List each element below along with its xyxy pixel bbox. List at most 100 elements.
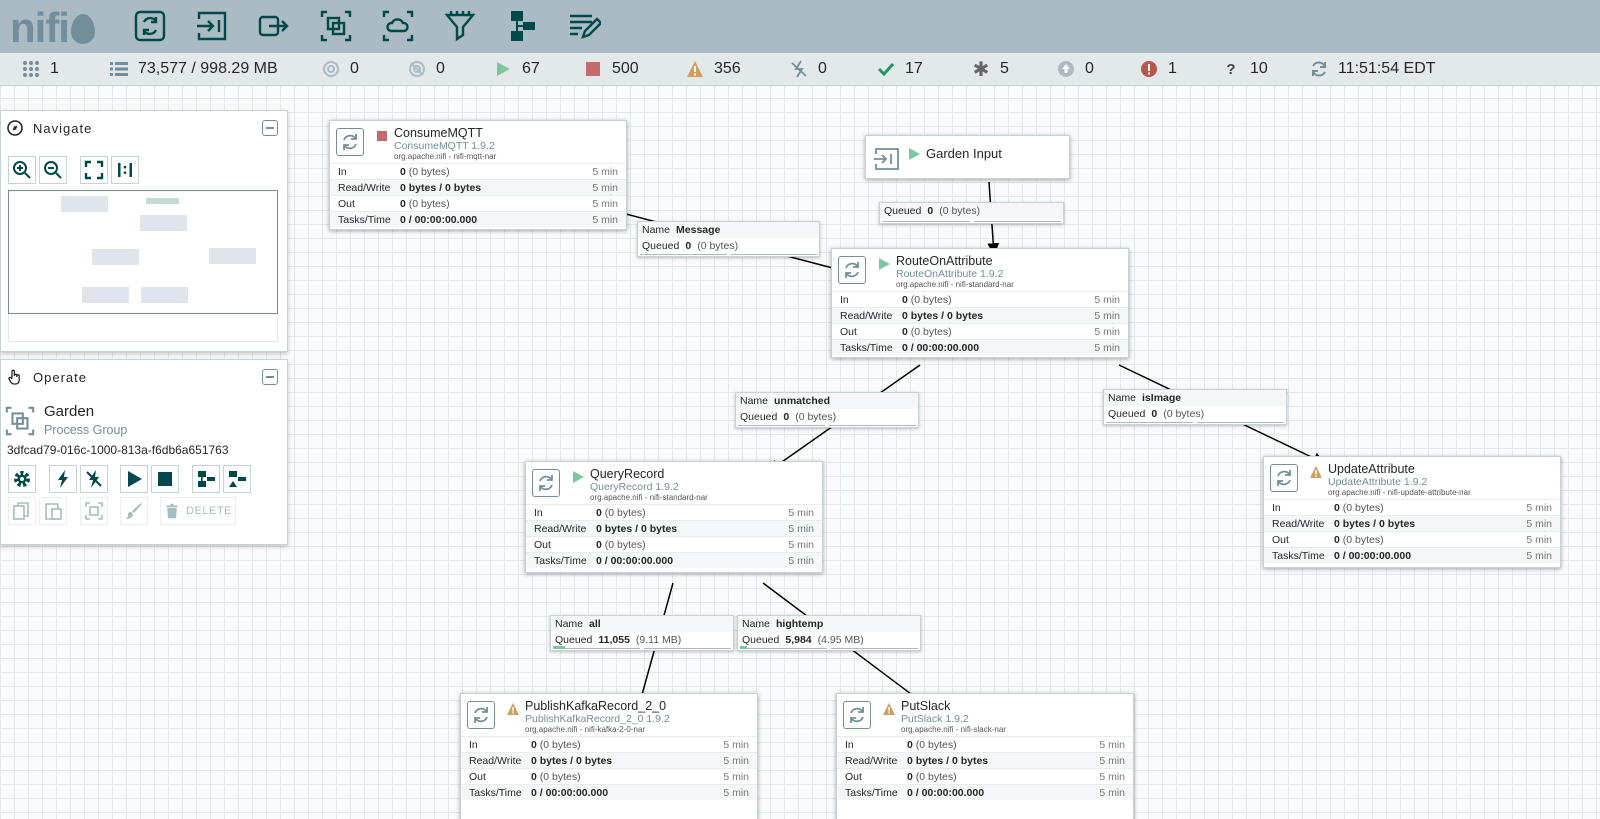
nifi-drop-icon bbox=[70, 14, 95, 44]
backpressure-bars bbox=[553, 646, 731, 649]
zoom-in-button[interactable] bbox=[8, 156, 36, 184]
minimap-block bbox=[141, 287, 188, 303]
stat-row-out: Out 0 (0 bytes) 5 min bbox=[837, 768, 1133, 784]
locally-modified-status: ✱ 5 bbox=[972, 58, 1009, 81]
stat-row-read-write: Read/Write 0 bytes / 0 bytes 5 min bbox=[832, 307, 1128, 323]
status-bar: 1 73,577 / 998.29 MB 0 0 67 500 356 0 17… bbox=[0, 53, 1600, 86]
input-port-icon[interactable] bbox=[192, 6, 232, 46]
upload-template-icon bbox=[229, 471, 246, 487]
processor-consumemqtt[interactable]: ConsumeMQTT ConsumeMQTT 1.9.2 org.apache… bbox=[329, 120, 627, 230]
connection-hightemp[interactable]: Name hightemp Queued 5,984 (4.95 MB) bbox=[737, 615, 921, 651]
enable-button[interactable] bbox=[49, 465, 77, 493]
hand-pointer-icon bbox=[8, 369, 20, 385]
stat-row-in: In 0 (0 bytes) 5 min bbox=[837, 736, 1133, 752]
not-transmitting-status: 0 bbox=[408, 60, 445, 78]
upload-template-button[interactable] bbox=[223, 465, 251, 493]
zoom-fit-button[interactable] bbox=[80, 156, 108, 184]
transmitting-status: 0 bbox=[322, 60, 359, 78]
size-backpressure-bar bbox=[831, 646, 918, 649]
funnel-icon[interactable] bbox=[440, 6, 480, 46]
stat-row-read-write: Read/Write 0 bytes / 0 bytes 5 min bbox=[837, 752, 1133, 768]
stat-row-tasks: Tasks/Time 0 / 00:00:00.000 5 min bbox=[330, 211, 626, 227]
processor-queryrecord[interactable]: QueryRecord QueryRecord 1.9.2 org.apache… bbox=[525, 461, 823, 573]
connection-name-row: Name hightemp bbox=[738, 616, 920, 632]
stat-row-read-write: Read/Write 0 bytes / 0 bytes 5 min bbox=[461, 752, 757, 768]
paste-button[interactable] bbox=[39, 497, 67, 525]
cluster-status: 1 bbox=[22, 60, 59, 78]
process-group-icon bbox=[4, 405, 36, 437]
processor-routeonattribute[interactable]: RouteOnAttribute RouteOnAttribute 1.9.2 … bbox=[831, 248, 1129, 358]
minimap-block bbox=[140, 215, 187, 231]
color-button[interactable] bbox=[120, 497, 148, 525]
zoom-out-button[interactable] bbox=[39, 156, 67, 184]
template-icon[interactable] bbox=[502, 6, 542, 46]
delete-button[interactable]: DELETE bbox=[160, 497, 236, 525]
copy-icon bbox=[13, 502, 29, 520]
stop-button[interactable] bbox=[151, 465, 179, 493]
processor-icon bbox=[838, 256, 866, 284]
size-backpressure-bar bbox=[644, 646, 731, 649]
connection-all[interactable]: Name all Queued 11,055 (9.11 MB) bbox=[550, 615, 734, 651]
process-group-icon[interactable] bbox=[316, 6, 356, 46]
stat-row-read-write: Read/Write 0 bytes / 0 bytes 5 min bbox=[330, 179, 626, 195]
processor-publishkafkarecord-2-0[interactable]: PublishKafkaRecord_2_0 PublishKafkaRecor… bbox=[460, 693, 758, 819]
size-backpressure-bar bbox=[730, 252, 817, 255]
remote-process-group-icon[interactable] bbox=[378, 6, 418, 46]
processor-bundle: org.apache.nifi - nifi-mqtt-nar bbox=[394, 152, 497, 161]
connection-unnamed[interactable]: Queued 0 (0 bytes) bbox=[879, 202, 1064, 224]
play-icon bbox=[494, 60, 512, 78]
birdseye-view[interactable] bbox=[8, 190, 278, 314]
fit-screen-icon bbox=[84, 160, 104, 180]
processor-name: ConsumeMQTT bbox=[394, 126, 483, 140]
error-icon bbox=[1140, 60, 1158, 78]
configure-button[interactable] bbox=[8, 465, 36, 493]
invalid-icon bbox=[883, 703, 895, 715]
selection-id: 3dfcad79-016c-1000-813a-f6db6a651763 bbox=[7, 443, 229, 457]
connection-Message[interactable]: Name Message Queued 0 (0 bytes) bbox=[637, 221, 820, 257]
stat-row-out: Out 0 (0 bytes) 5 min bbox=[526, 536, 822, 552]
disable-button[interactable] bbox=[80, 465, 108, 493]
object-backpressure-bar bbox=[882, 219, 970, 222]
birdseye-footer bbox=[8, 314, 278, 342]
processor-putslack[interactable]: PutSlack PutSlack 1.9.2 org.apache.nifi … bbox=[836, 693, 1134, 819]
output-port-icon[interactable] bbox=[254, 6, 294, 46]
start-button[interactable] bbox=[120, 465, 148, 493]
zoom-in-icon bbox=[13, 161, 31, 179]
actual-size-button[interactable] bbox=[111, 156, 139, 184]
invalid-icon bbox=[1310, 466, 1322, 478]
connection-unmatched[interactable]: Name unmatched Queued 0 (0 bytes) bbox=[735, 392, 919, 428]
minimap-block bbox=[146, 198, 179, 204]
operate-collapse-button[interactable] bbox=[262, 369, 278, 385]
nifi-logo: nifi bbox=[10, 4, 95, 52]
disable-icon bbox=[86, 470, 102, 488]
cluster-icon bbox=[22, 60, 40, 78]
processor-type: PutSlack 1.9.2 bbox=[901, 713, 969, 725]
processor-header: UpdateAttribute UpdateAttribute 1.9.2 or… bbox=[1264, 457, 1560, 499]
stat-row-out: Out 0 (0 bytes) 5 min bbox=[330, 195, 626, 211]
group-icon bbox=[85, 502, 103, 520]
stat-row-in: In 0 (0 bytes) 5 min bbox=[526, 504, 822, 520]
port-name: Garden Input bbox=[926, 146, 1002, 161]
stat-row-in: In 0 (0 bytes) 5 min bbox=[832, 291, 1128, 307]
trash-icon bbox=[166, 503, 178, 519]
label-icon[interactable] bbox=[564, 6, 604, 46]
connection-isImage[interactable]: Name isImage Queued 0 (0 bytes) bbox=[1103, 389, 1287, 425]
stat-row-out: Out 0 (0 bytes) 5 min bbox=[1264, 531, 1560, 547]
processor-updateattribute[interactable]: UpdateAttribute UpdateAttribute 1.9.2 or… bbox=[1263, 456, 1561, 568]
processor-header: PutSlack PutSlack 1.9.2 org.apache.nifi … bbox=[837, 694, 1133, 736]
processor-bundle: org.apache.nifi - nifi-update-attribute-… bbox=[1328, 488, 1471, 497]
processor-icon[interactable] bbox=[130, 6, 170, 46]
running-icon bbox=[909, 148, 920, 160]
processor-icon bbox=[467, 701, 495, 729]
invalid-status: 356 bbox=[686, 60, 741, 78]
create-template-button[interactable] bbox=[192, 465, 220, 493]
input-port-garden-input[interactable]: Garden Input bbox=[865, 135, 1070, 179]
navigate-collapse-button[interactable] bbox=[262, 120, 278, 136]
refresh-icon[interactable] bbox=[1310, 60, 1328, 78]
copy-button[interactable] bbox=[8, 497, 36, 525]
group-button[interactable] bbox=[80, 497, 108, 525]
processor-name: RouteOnAttribute bbox=[896, 254, 993, 268]
compass-icon bbox=[7, 120, 23, 136]
running-icon bbox=[879, 258, 890, 270]
header-toolbar: nifi bbox=[0, 0, 1600, 53]
